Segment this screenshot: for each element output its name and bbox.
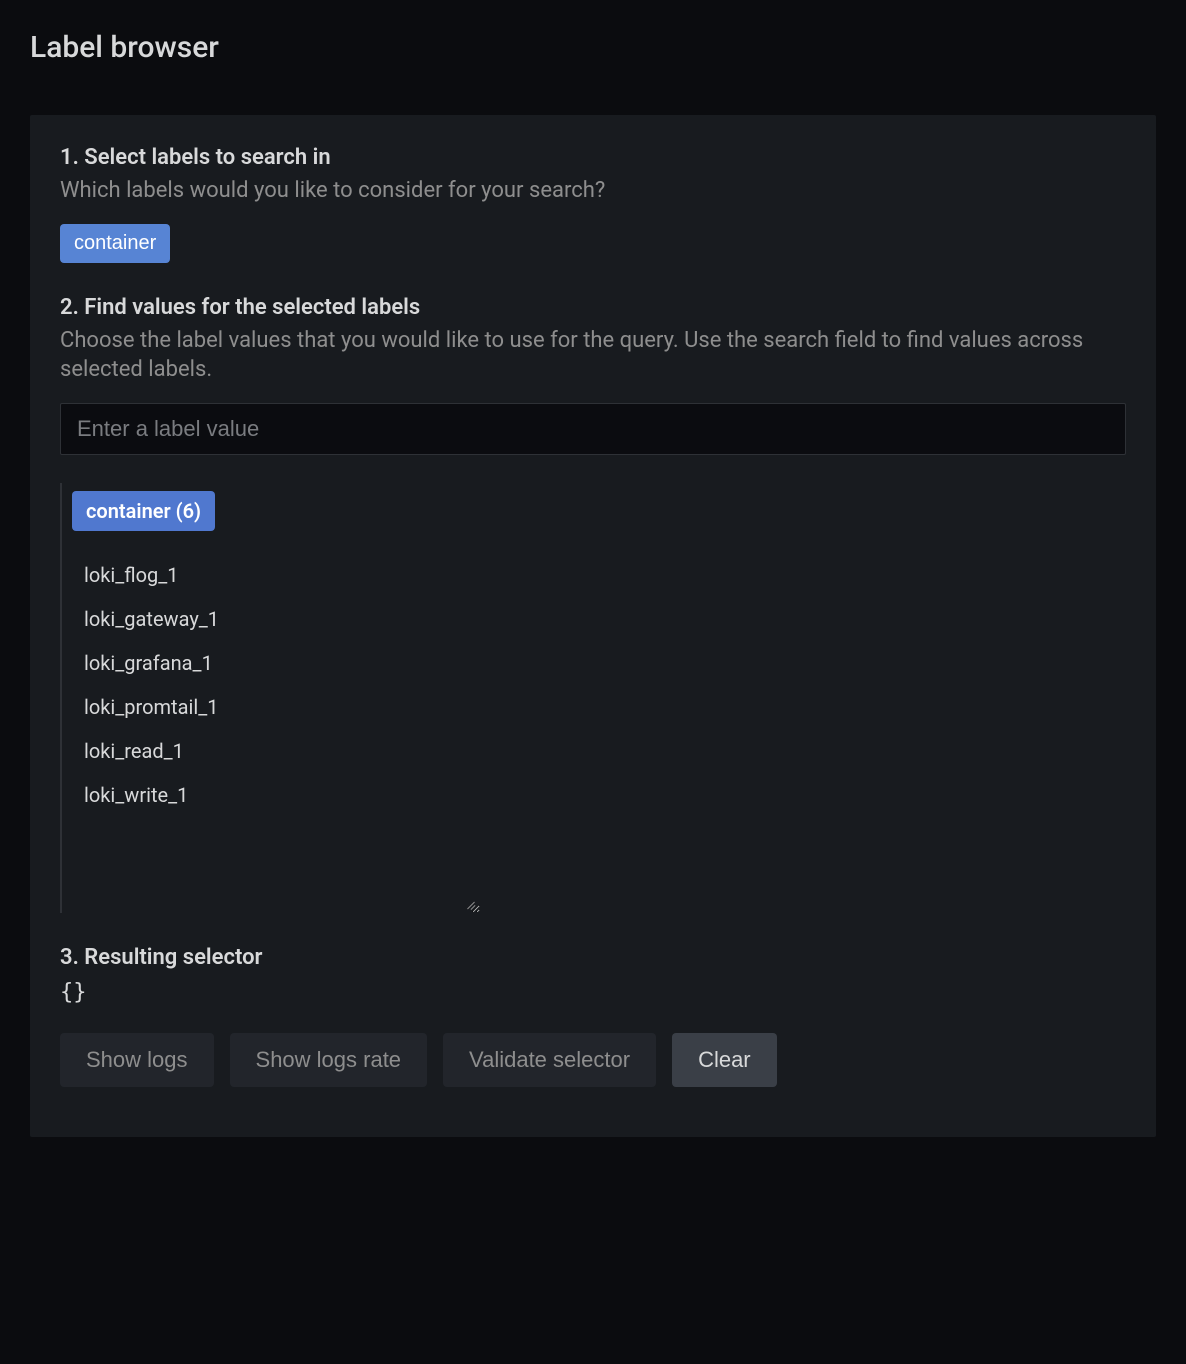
label-value-search-input[interactable] (60, 403, 1126, 455)
page-title: Label browser (30, 30, 1156, 65)
section1-title: 1. Select labels to search in (60, 145, 1126, 170)
label-browser-panel: 1. Select labels to search in Which labe… (30, 115, 1156, 1137)
resulting-selector-value: {} (60, 980, 1126, 1005)
section1-subtitle: Which labels would you like to consider … (60, 176, 1126, 206)
value-item[interactable]: loki_write_1 (70, 773, 480, 817)
value-item[interactable]: loki_promtail_1 (70, 685, 480, 729)
section-select-labels: 1. Select labels to search in Which labe… (60, 145, 1126, 263)
show-logs-button[interactable]: Show logs (60, 1033, 214, 1087)
section2-subtitle: Choose the label values that you would l… (60, 326, 1126, 385)
section-find-values: 2. Find values for the selected labels C… (60, 295, 1126, 913)
values-list-container: container (6) loki_flog_1 loki_gateway_1… (60, 483, 480, 913)
clear-button[interactable]: Clear (672, 1033, 777, 1087)
value-item[interactable]: loki_read_1 (70, 729, 480, 773)
value-item[interactable]: loki_gateway_1 (70, 597, 480, 641)
label-chip-container[interactable]: container (60, 224, 170, 263)
section2-title: 2. Find values for the selected labels (60, 295, 1126, 320)
values-header-chip-container[interactable]: container (6) (72, 491, 215, 531)
value-item[interactable]: loki_grafana_1 (70, 641, 480, 685)
resize-handle-icon (464, 897, 476, 909)
value-item[interactable]: loki_flog_1 (70, 553, 480, 597)
validate-selector-button[interactable]: Validate selector (443, 1033, 656, 1087)
section-resulting-selector: 3. Resulting selector {} Show logs Show … (60, 945, 1126, 1087)
section3-title: 3. Resulting selector (60, 945, 1126, 970)
action-button-row: Show logs Show logs rate Validate select… (60, 1033, 1126, 1087)
show-logs-rate-button[interactable]: Show logs rate (230, 1033, 428, 1087)
